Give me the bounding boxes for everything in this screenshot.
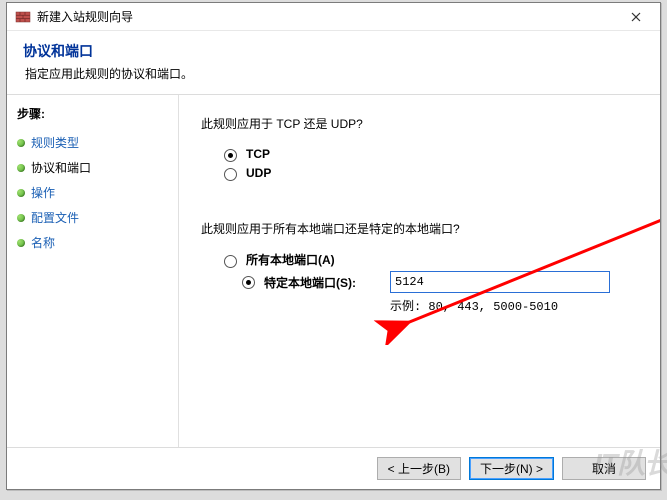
radio-tcp-input[interactable]: [224, 149, 237, 162]
step-label: 协议和端口: [31, 159, 91, 176]
radio-specific-ports-label: 特定本地端口(S):: [264, 271, 374, 291]
window-title: 新建入站规则向导: [37, 8, 616, 25]
steps-sidebar: 步骤: 规则类型 协议和端口 操作 配置文件 名称: [7, 95, 179, 447]
specific-ports-input[interactable]: [390, 271, 610, 293]
step-action[interactable]: 操作: [17, 180, 170, 205]
wizard-window: 新建入站规则向导 协议和端口 指定应用此规则的协议和端口。 步骤: 规则类型 协…: [6, 2, 661, 490]
step-bullet-icon: [17, 189, 25, 197]
titlebar: 新建入站规则向导: [7, 3, 660, 31]
radio-all-ports[interactable]: 所有本地端口(A): [219, 251, 638, 268]
radio-all-ports-input[interactable]: [224, 255, 237, 268]
step-label: 配置文件: [31, 209, 79, 226]
radio-tcp-label: TCP: [246, 147, 270, 161]
cancel-button-label: 取消: [592, 460, 616, 477]
close-icon: [631, 12, 641, 22]
wizard-body: 步骤: 规则类型 协议和端口 操作 配置文件 名称 此: [7, 95, 660, 447]
radio-specific-ports[interactable]: 特定本地端口(S):: [237, 271, 374, 291]
page-title: 协议和端口: [23, 41, 644, 61]
step-protocol-ports[interactable]: 协议和端口: [17, 155, 170, 180]
firewall-icon: [15, 9, 31, 25]
step-label: 规则类型: [31, 134, 79, 151]
step-label: 操作: [31, 184, 55, 201]
question-ports: 此规则应用于所有本地端口还是特定的本地端口?: [201, 220, 638, 237]
radio-specific-ports-input[interactable]: [242, 276, 255, 289]
close-button[interactable]: [616, 5, 656, 29]
question-protocol: 此规则应用于 TCP 还是 UDP?: [201, 115, 638, 132]
ports-example: 示例: 80, 443, 5000-5010: [390, 297, 610, 314]
radio-all-ports-label: 所有本地端口(A): [246, 251, 335, 268]
ports-radiogroup: 所有本地端口(A) 特定本地端口(S): 示例: 80, 443, 5000-5…: [219, 251, 638, 314]
step-label: 名称: [31, 234, 55, 251]
radio-udp-input[interactable]: [224, 168, 237, 181]
page-subtitle: 指定应用此规则的协议和端口。: [23, 65, 644, 82]
wizard-header: 协议和端口 指定应用此规则的协议和端口。: [7, 31, 660, 95]
radio-udp[interactable]: UDP: [219, 165, 638, 181]
step-profile[interactable]: 配置文件: [17, 205, 170, 230]
back-button[interactable]: < 上一步(B): [377, 457, 461, 480]
step-name[interactable]: 名称: [17, 230, 170, 255]
wizard-footer: < 上一步(B) 下一步(N) > 取消: [7, 447, 660, 489]
back-button-label: < 上一步(B): [388, 460, 450, 477]
step-bullet-icon: [17, 164, 25, 172]
step-bullet-icon: [17, 239, 25, 247]
next-button[interactable]: 下一步(N) >: [469, 457, 554, 480]
cancel-button[interactable]: 取消: [562, 457, 646, 480]
radio-tcp[interactable]: TCP: [219, 146, 638, 162]
next-button-label: 下一步(N) >: [480, 460, 543, 477]
step-bullet-icon: [17, 139, 25, 147]
port-field-wrap: 示例: 80, 443, 5000-5010: [390, 271, 610, 314]
content-pane: 此规则应用于 TCP 还是 UDP? TCP UDP 此规则应用于所有本地端口还…: [179, 95, 660, 447]
protocol-radiogroup: TCP UDP: [219, 146, 638, 181]
steps-header: 步骤:: [17, 105, 170, 122]
step-rule-type[interactable]: 规则类型: [17, 130, 170, 155]
radio-udp-label: UDP: [246, 166, 271, 180]
step-bullet-icon: [17, 214, 25, 222]
